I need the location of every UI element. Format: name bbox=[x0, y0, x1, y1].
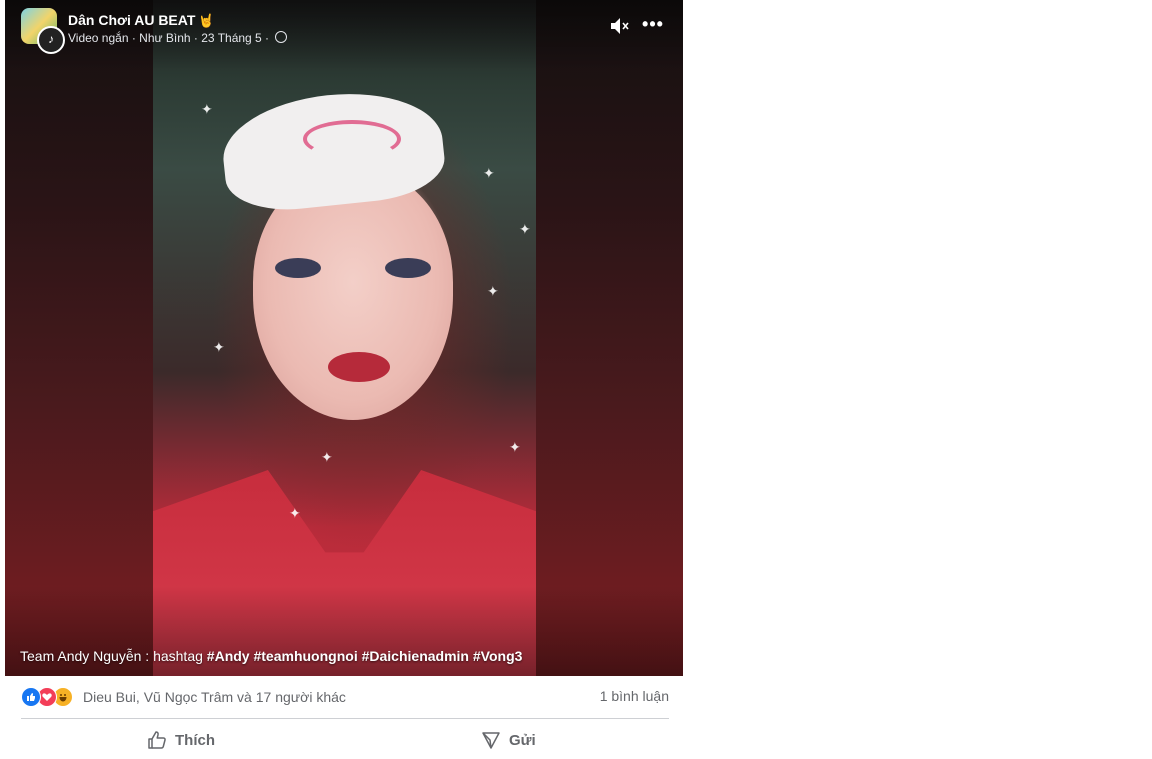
video-subject-lips bbox=[328, 352, 390, 382]
send-button-label: Gửi bbox=[509, 731, 536, 749]
sparkle-icon: ✦ bbox=[509, 439, 521, 455]
page-name-text: Dân Chơi AU BEAT bbox=[68, 12, 196, 28]
comments-count-link[interactable]: 1 bình luận bbox=[600, 688, 669, 704]
hashtag-link[interactable]: #Vong3 bbox=[473, 648, 523, 664]
video-player[interactable]: ✦ ✦ ✦ ✦ ✦ ✦ ✦ ✦ ♪ Dân Chơi AU BEAT 🤘 Vide… bbox=[5, 0, 683, 676]
hashtag-link[interactable]: #Andy bbox=[207, 648, 250, 664]
like-button[interactable]: Thích bbox=[147, 724, 215, 756]
more-options-icon: ••• bbox=[642, 14, 664, 34]
reactors-list-link[interactable]: Dieu Bui, Vũ Ngọc Trâm và 17 người khác bbox=[83, 689, 346, 705]
hashtag-link[interactable]: #Daichienadmin bbox=[362, 648, 469, 664]
post-meta: Video ngắn · Như Bình · 23 Tháng 5 · bbox=[68, 31, 288, 45]
post-meta-text: Video ngắn · Như Bình · 23 Tháng 5 · bbox=[68, 31, 273, 45]
caption-text: Team Andy Nguyễn : hashtag bbox=[20, 648, 207, 664]
like-button-label: Thích bbox=[175, 731, 215, 749]
sparkle-icon: ✦ bbox=[487, 283, 499, 299]
video-caption: Team Andy Nguyễn : hashtag #Andy #teamhu… bbox=[20, 648, 522, 664]
profile-badge-icon[interactable]: ♪ bbox=[37, 26, 65, 54]
reaction-icons[interactable] bbox=[21, 687, 81, 707]
sparkle-icon: ✦ bbox=[289, 505, 301, 521]
globe-icon[interactable] bbox=[275, 31, 288, 43]
video-post: ✦ ✦ ✦ ✦ ✦ ✦ ✦ ✦ ♪ Dân Chơi AU BEAT 🤘 Vide… bbox=[5, 0, 683, 759]
reactions-summary-row: Dieu Bui, Vũ Ngọc Trâm và 17 người khác … bbox=[21, 684, 669, 710]
like-reaction-icon bbox=[21, 687, 41, 707]
rock-hand-emoji-icon: 🤘 bbox=[198, 13, 215, 28]
sparkle-icon: ✦ bbox=[201, 101, 213, 117]
send-icon bbox=[482, 732, 500, 749]
video-subject-eye-right bbox=[385, 258, 431, 278]
sparkle-icon: ✦ bbox=[213, 339, 225, 355]
send-button[interactable]: Gửi bbox=[481, 724, 536, 756]
page-name-link[interactable]: Dân Chơi AU BEAT 🤘 bbox=[68, 12, 215, 29]
more-options-button[interactable]: ••• bbox=[641, 15, 665, 37]
mask-pattern bbox=[303, 120, 401, 158]
hashtag-link[interactable]: #teamhuongnoi bbox=[253, 648, 357, 664]
thumbs-up-icon bbox=[148, 731, 166, 749]
sparkle-icon: ✦ bbox=[321, 449, 333, 465]
volume-muted-button[interactable] bbox=[608, 15, 632, 37]
divider bbox=[21, 718, 669, 719]
video-frame: ✦ ✦ ✦ ✦ ✦ ✦ ✦ ✦ bbox=[153, 0, 536, 676]
volume-muted-icon bbox=[611, 18, 629, 34]
sparkle-icon: ✦ bbox=[483, 165, 495, 181]
video-subject-eye-left bbox=[275, 258, 321, 278]
sparkle-icon: ✦ bbox=[519, 221, 531, 237]
